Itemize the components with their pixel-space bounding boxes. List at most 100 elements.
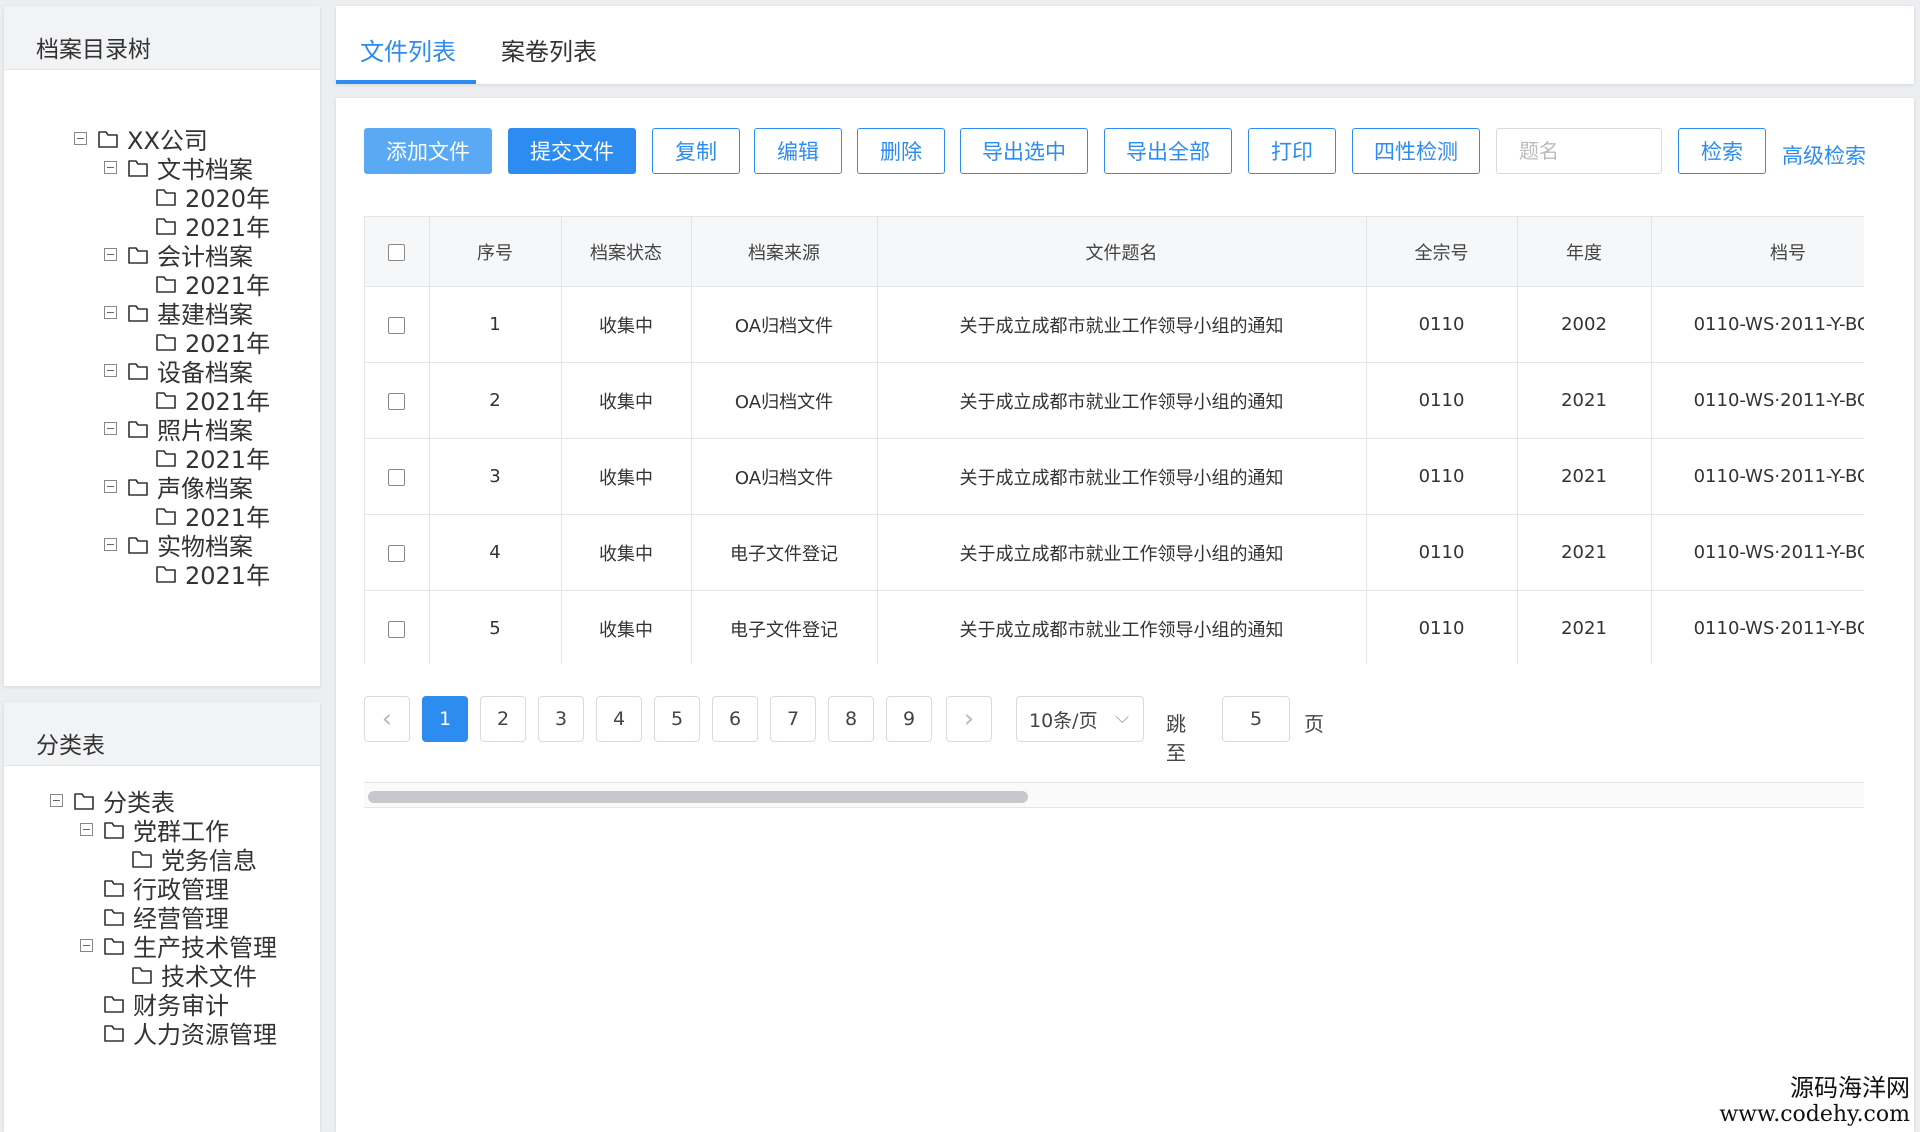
tab-file-list[interactable]: 文件列表 bbox=[360, 6, 456, 84]
archive-tree-node[interactable]: 实物档案 bbox=[104, 530, 253, 561]
archive-tree-node[interactable]: 设备档案 bbox=[104, 356, 253, 387]
collapse-toggle-icon[interactable] bbox=[104, 364, 117, 377]
page-button[interactable]: 5 bbox=[654, 696, 700, 742]
copy-button[interactable]: 复制 bbox=[652, 128, 740, 174]
classification-node[interactable]: 分类表 bbox=[50, 786, 175, 817]
archive-tree-node[interactable]: 2021年 bbox=[132, 269, 270, 300]
classification-node[interactable]: 技术文件 bbox=[108, 960, 257, 991]
row-checkbox[interactable] bbox=[388, 620, 406, 638]
archive-tree-node[interactable]: 2021年 bbox=[132, 211, 270, 242]
print-button[interactable]: 打印 bbox=[1248, 128, 1336, 174]
row-checkbox[interactable] bbox=[388, 392, 406, 410]
archive-tree-node[interactable]: 照片档案 bbox=[104, 414, 253, 445]
collapse-toggle-icon[interactable] bbox=[80, 823, 93, 836]
jump-page-input[interactable] bbox=[1222, 696, 1290, 742]
classification-node[interactable]: 经营管理 bbox=[80, 902, 229, 933]
cell-title: 关于成立成都市就业工作领导小组的通知 bbox=[877, 590, 1367, 664]
collapse-toggle-icon[interactable] bbox=[74, 132, 87, 145]
archive-tree-node[interactable]: 文书档案 bbox=[104, 153, 253, 184]
archive-tree-node[interactable]: 声像档案 bbox=[104, 472, 253, 503]
folder-icon bbox=[131, 848, 153, 870]
collapse-toggle-icon[interactable] bbox=[104, 161, 117, 174]
archive-tree-node[interactable]: 2020年 bbox=[132, 182, 270, 213]
archive-tree-node[interactable]: XX公司 bbox=[74, 124, 208, 155]
folder-icon bbox=[155, 447, 177, 469]
page-button[interactable]: 9 bbox=[886, 696, 932, 742]
advanced-search-link[interactable]: 高级检索 bbox=[1782, 140, 1866, 170]
folder-icon bbox=[155, 186, 177, 208]
file-list-content: 添加文件 提交文件 复制 编辑 删除 导出选中 导出全部 打印 四性检测 检索 … bbox=[336, 98, 1914, 1132]
classification-node[interactable]: 生产技术管理 bbox=[80, 931, 277, 962]
header-status[interactable]: 档案状态 bbox=[561, 216, 692, 287]
row-checkbox[interactable] bbox=[388, 468, 406, 486]
classification-node[interactable]: 行政管理 bbox=[80, 873, 229, 904]
page-button[interactable]: 1 bbox=[422, 696, 468, 742]
search-button[interactable]: 检索 bbox=[1678, 128, 1766, 174]
edit-button[interactable]: 编辑 bbox=[754, 128, 842, 174]
table-row[interactable]: 5 收集中 电子文件登记 关于成立成都市就业工作领导小组的通知 0110 2021 0110… bbox=[365, 590, 1864, 664]
collapse-toggle-icon[interactable] bbox=[80, 939, 93, 952]
cell-fonds: 0110 bbox=[1366, 362, 1518, 439]
export-all-button[interactable]: 导出全部 bbox=[1104, 128, 1232, 174]
page-button[interactable]: 4 bbox=[596, 696, 642, 742]
header-archive-no[interactable]: 档号 bbox=[1651, 216, 1864, 287]
collapse-toggle-icon[interactable] bbox=[104, 480, 117, 493]
four-property-check-button[interactable]: 四性检测 bbox=[1352, 128, 1480, 174]
collapse-toggle-icon[interactable] bbox=[104, 306, 117, 319]
folder-icon bbox=[103, 877, 125, 899]
prev-page-button[interactable]: ‹ bbox=[364, 696, 410, 742]
page-button[interactable]: 8 bbox=[828, 696, 874, 742]
collapse-toggle-icon[interactable] bbox=[50, 794, 63, 807]
next-page-button[interactable]: › bbox=[946, 696, 992, 742]
archive-tree-node[interactable]: 2021年 bbox=[132, 559, 270, 590]
header-source[interactable]: 档案来源 bbox=[691, 216, 878, 287]
header-fonds[interactable]: 全宗号 bbox=[1366, 216, 1518, 287]
page-button[interactable]: 3 bbox=[538, 696, 584, 742]
table-row[interactable]: 4 收集中 电子文件登记 关于成立成都市就业工作领导小组的通知 0110 2021 0110… bbox=[365, 514, 1864, 591]
classification-node[interactable]: 人力资源管理 bbox=[80, 1018, 277, 1049]
classification-node[interactable]: 财务审计 bbox=[80, 989, 229, 1020]
scrollbar-thumb[interactable] bbox=[368, 791, 1028, 803]
folder-icon bbox=[155, 273, 177, 295]
archive-tree-node[interactable]: 会计档案 bbox=[104, 240, 253, 271]
page-button[interactable]: 2 bbox=[480, 696, 526, 742]
table-row[interactable]: 3 收集中 OA归档文件 关于成立成都市就业工作领导小组的通知 0110 2021 0110… bbox=[365, 438, 1864, 515]
row-checkbox[interactable] bbox=[388, 544, 406, 562]
select-all-cell bbox=[365, 216, 430, 287]
archive-tree-node[interactable]: 2021年 bbox=[132, 327, 270, 358]
export-selected-button[interactable]: 导出选中 bbox=[960, 128, 1088, 174]
add-file-button[interactable]: 添加文件 bbox=[364, 128, 492, 174]
classification-title: 分类表 bbox=[4, 702, 320, 766]
folder-icon bbox=[127, 244, 149, 266]
classification-panel: 分类表 分类表 党群工作 党务信息 行政管理 经营管理 生产技术管理 技术文件 财务审计 人力资… bbox=[4, 702, 320, 1132]
tab-volume-list[interactable]: 案卷列表 bbox=[501, 6, 597, 84]
header-seq[interactable]: 序号 bbox=[429, 216, 562, 287]
delete-button[interactable]: 删除 bbox=[857, 128, 945, 174]
page-button[interactable]: 7 bbox=[770, 696, 816, 742]
folder-icon bbox=[127, 418, 149, 440]
cell-seq: 3 bbox=[429, 438, 562, 515]
table-row[interactable]: 2 收集中 OA归档文件 关于成立成都市就业工作领导小组的通知 0110 2021 0110… bbox=[365, 362, 1864, 439]
archive-tree-node[interactable]: 2021年 bbox=[132, 501, 270, 532]
submit-file-button[interactable]: 提交文件 bbox=[508, 128, 636, 174]
cell-archive-no: 0110-WS·2011-Y-BGS bbox=[1651, 286, 1864, 363]
classification-node[interactable]: 党群工作 bbox=[80, 815, 229, 846]
select-all-checkbox[interactable] bbox=[388, 243, 406, 261]
header-title[interactable]: 文件题名 bbox=[877, 216, 1367, 287]
archive-tree-node[interactable]: 基建档案 bbox=[104, 298, 253, 329]
page-size-select[interactable]: 10条/页 ⌵ bbox=[1016, 696, 1144, 742]
page-button[interactable]: 6 bbox=[712, 696, 758, 742]
header-year[interactable]: 年度 bbox=[1517, 216, 1652, 287]
row-checkbox[interactable] bbox=[388, 316, 406, 334]
classification-node[interactable]: 党务信息 bbox=[108, 844, 257, 875]
archive-tree-node[interactable]: 2021年 bbox=[132, 385, 270, 416]
cell-source: 电子文件登记 bbox=[691, 514, 878, 591]
horizontal-scrollbar[interactable] bbox=[364, 782, 1864, 808]
collapse-toggle-icon[interactable] bbox=[104, 248, 117, 261]
archive-tree-node[interactable]: 2021年 bbox=[132, 443, 270, 474]
title-search-input[interactable] bbox=[1496, 128, 1662, 174]
cell-fonds: 0110 bbox=[1366, 514, 1518, 591]
collapse-toggle-icon[interactable] bbox=[104, 538, 117, 551]
table-row[interactable]: 1 收集中 OA归档文件 关于成立成都市就业工作领导小组的通知 0110 2002 0110… bbox=[365, 286, 1864, 363]
collapse-toggle-icon[interactable] bbox=[104, 422, 117, 435]
